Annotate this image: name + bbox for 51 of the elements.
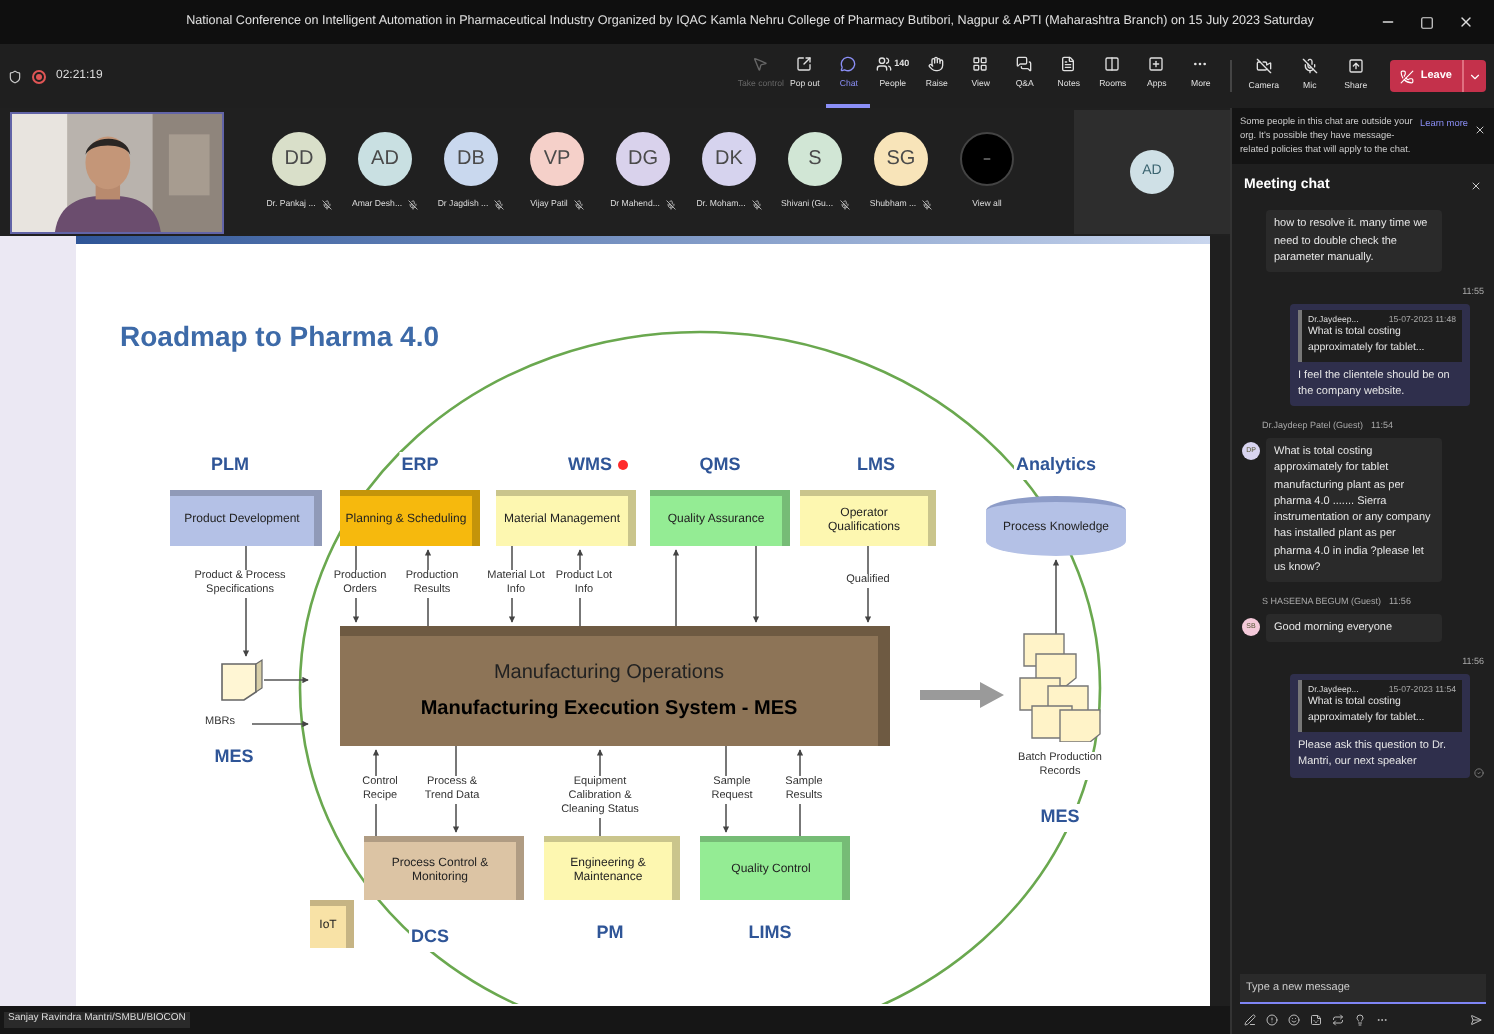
caret-icon: [1468, 69, 1482, 83]
camera-off-icon: [1255, 58, 1272, 75]
close-icon[interactable]: [1470, 180, 1482, 193]
participant-avatar[interactable]: DD: [272, 132, 326, 187]
system-heading: QMS: [697, 452, 743, 479]
large-arrow: [920, 682, 1004, 708]
block-title: Manufacturing Operations: [493, 660, 725, 688]
connector-arrow: [1052, 559, 1060, 635]
share-icon: [1347, 58, 1364, 75]
emoji-icon[interactable]: [1288, 1014, 1300, 1026]
grid-icon: [972, 56, 989, 73]
dash-icon: [982, 154, 992, 165]
pop-out-icon: [796, 56, 813, 73]
participant-avatar[interactable]: SG: [874, 132, 928, 187]
connector-arrow: [752, 545, 760, 623]
sticker-icon[interactable]: [1310, 1014, 1322, 1026]
block-subtitle: Manufacturing Execution System - MES: [420, 696, 798, 724]
people-icon: [876, 56, 893, 73]
format-icon[interactable]: [1244, 1014, 1256, 1026]
participant-avatar[interactable]: DG: [616, 132, 670, 187]
close-icon[interactable]: [1474, 124, 1486, 136]
pointer-icon: [752, 56, 769, 73]
participant-avatar[interactable]: S: [788, 132, 842, 187]
system-heading: Analytics: [1013, 452, 1099, 479]
shield-icon: [8, 69, 22, 83]
system-heading: DCS: [409, 924, 451, 951]
send-icon[interactable]: [1470, 1014, 1482, 1026]
system-heading: MES: [1038, 804, 1082, 831]
columns-icon: [1104, 56, 1121, 73]
connector-arrow: [263, 676, 309, 684]
connector-arrow: [672, 549, 680, 627]
recording-icon: [32, 69, 46, 83]
participant-avatar[interactable]: AD: [358, 132, 412, 187]
participant-avatar[interactable]: DK: [702, 132, 756, 187]
close-icon[interactable]: [1458, 14, 1474, 30]
alert-icon[interactable]: [1266, 1014, 1278, 1026]
messages-icon: [1016, 56, 1033, 73]
document-icon: [216, 658, 264, 702]
participant-avatar[interactable]: DB: [444, 132, 498, 187]
phone-icon: [1400, 69, 1415, 83]
slide-title: Roadmap to Pharma 4.0: [120, 318, 439, 356]
chat-icon: [840, 56, 857, 73]
lightbulb-icon[interactable]: [1354, 1014, 1366, 1026]
hand-icon: [928, 56, 945, 73]
participant-avatar[interactable]: VP: [530, 132, 584, 187]
notes-icon: [1060, 56, 1077, 73]
plus-square-icon: [1148, 56, 1165, 73]
maximize-icon[interactable]: [1420, 15, 1434, 29]
loop-icon[interactable]: [1332, 1014, 1344, 1026]
connector-arrow: [251, 720, 309, 728]
mic-off-icon: [1301, 58, 1318, 75]
